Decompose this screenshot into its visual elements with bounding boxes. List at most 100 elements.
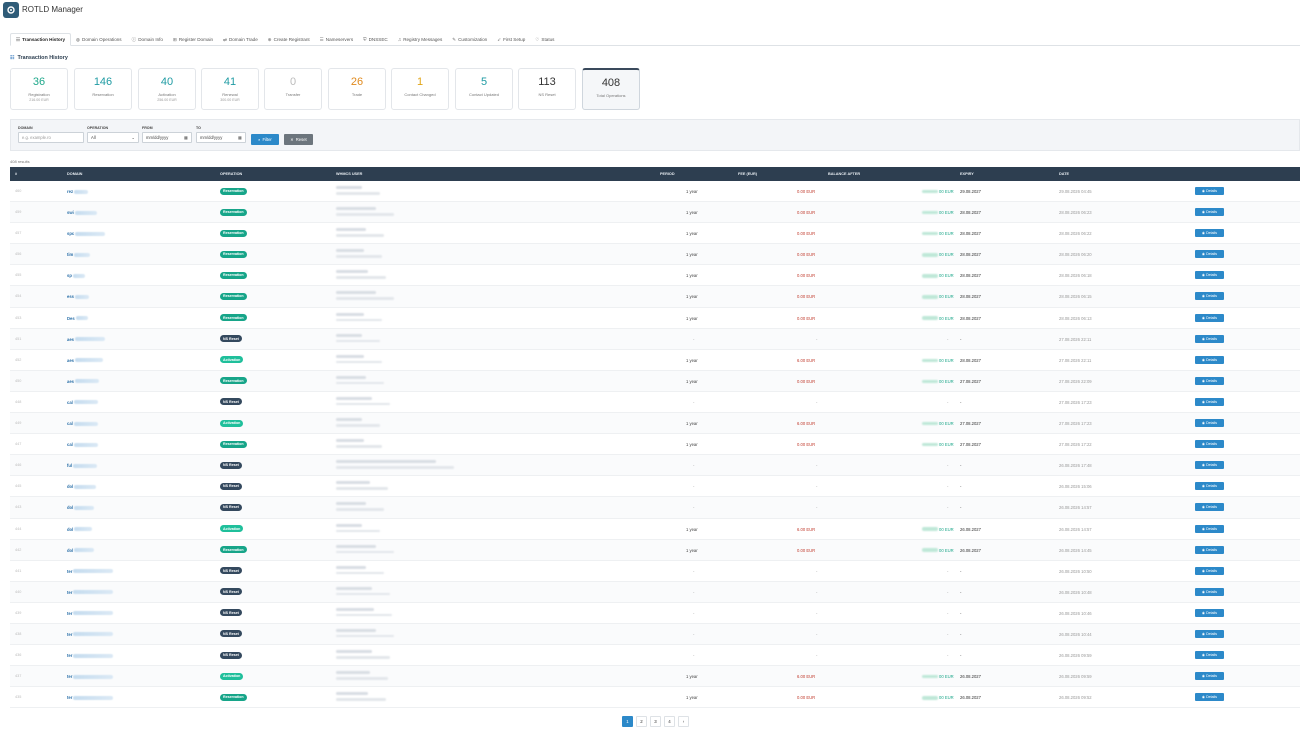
details-button[interactable]: ◉ Details bbox=[1195, 397, 1224, 406]
stat-card-contact-updated[interactable]: 5 Contact Updated bbox=[455, 68, 513, 110]
redacted-user-line bbox=[336, 186, 362, 189]
to-date-input[interactable]: mm/dd/yyyy ▦ bbox=[196, 132, 246, 143]
domain-link[interactable]: dol bbox=[67, 505, 95, 510]
details-button[interactable]: ◉ Details bbox=[1195, 545, 1224, 554]
domain-link[interactable]: aes bbox=[67, 358, 103, 363]
domain-link[interactable]: aes bbox=[67, 337, 105, 342]
balance-text: 00 EUR bbox=[939, 526, 954, 532]
details-button[interactable]: ◉ Details bbox=[1195, 419, 1224, 428]
details-button[interactable]: ◉ Details bbox=[1195, 524, 1224, 533]
domain-link[interactable]: ful bbox=[67, 463, 98, 468]
stat-card-contact-changed[interactable]: 1 Contact Changed bbox=[391, 68, 449, 110]
domain-link[interactable]: ess bbox=[67, 294, 89, 299]
redacted-user bbox=[336, 481, 388, 490]
details-button[interactable]: ◉ Details bbox=[1195, 229, 1224, 238]
tab-domain-info[interactable]: ⓘ Domain Info bbox=[127, 33, 168, 46]
table-row: 460 rez Reservation 1 year 0.00 EUR 00 EUR 29.… bbox=[10, 181, 1300, 203]
next-page-button[interactable]: › bbox=[678, 716, 689, 727]
domain-link[interactable]: swi bbox=[67, 210, 97, 215]
domain-link[interactable]: rez bbox=[67, 189, 89, 194]
page-button[interactable]: 3 bbox=[650, 716, 661, 727]
column-header: DOMAIN bbox=[67, 172, 83, 176]
details-button[interactable]: ◉ Details bbox=[1195, 482, 1224, 491]
tab-transaction-history[interactable]: ☷ Transaction History bbox=[10, 33, 72, 46]
tab-dnssec[interactable]: ⛨ DNSSEC bbox=[358, 33, 393, 46]
stat-card-reservation[interactable]: 146 Reservation bbox=[74, 68, 132, 110]
details-button[interactable]: ◉ Details bbox=[1195, 376, 1224, 385]
page-button[interactable]: 1 bbox=[622, 716, 633, 727]
tab-register-domain[interactable]: ⊞ Register Domain bbox=[168, 33, 218, 46]
table-row: 445 dol NS Reset - - - - 26.08.2026 15:06 ◉ Detai… bbox=[10, 476, 1300, 498]
stat-card-activation[interactable]: 40 Activation 256.00 EUR bbox=[138, 68, 196, 110]
domain-link[interactable]: aes bbox=[67, 379, 99, 384]
stat-card-trade[interactable]: 26 Trade bbox=[328, 68, 386, 110]
page-button[interactable]: 4 bbox=[664, 716, 675, 727]
filter-button[interactable]: ⌕ Filter bbox=[251, 134, 279, 145]
domain-link[interactable]: sp bbox=[67, 273, 85, 278]
details-button[interactable]: ◉ Details bbox=[1195, 503, 1224, 512]
stat-card-renewal[interactable]: 41 Renewal 300.00 EUR bbox=[201, 68, 259, 110]
page-button[interactable]: 2 bbox=[636, 716, 647, 727]
reset-button[interactable]: ✕ Reset bbox=[284, 134, 313, 145]
details-button[interactable]: ◉ Details bbox=[1195, 461, 1224, 470]
domain-link[interactable]: cal bbox=[67, 400, 98, 405]
brush-icon: ✎ bbox=[452, 36, 457, 42]
tab-nameservers[interactable]: ☰ Nameservers bbox=[315, 33, 358, 46]
stat-card-transfer[interactable]: 0 Transfer bbox=[264, 68, 322, 110]
eye-icon: ◉ bbox=[1201, 252, 1206, 257]
details-button[interactable]: ◉ Details bbox=[1195, 292, 1224, 301]
domain-link[interactable]: Des bbox=[67, 316, 88, 321]
tab-registry-messages[interactable]: ♫ Registry Messages bbox=[393, 33, 448, 46]
domain-link[interactable]: ter bbox=[67, 590, 114, 595]
from-date-input[interactable]: mm/dd/yyyy ▦ bbox=[142, 132, 192, 143]
domain-prefix: rez bbox=[67, 189, 74, 194]
domain-filter-input[interactable]: e.g. example.ro bbox=[18, 132, 84, 143]
tab-first-setup[interactable]: ➶ First Setup bbox=[492, 33, 530, 46]
domain-link[interactable]: ter bbox=[67, 632, 114, 637]
operation-badge: Reservation bbox=[220, 250, 247, 258]
domain-link[interactable]: ter bbox=[67, 695, 114, 700]
stat-card-total-operations[interactable]: 408 Total Operations bbox=[582, 68, 640, 110]
domain-link[interactable]: tim bbox=[67, 252, 91, 257]
tab-status[interactable]: ♡ Status bbox=[530, 33, 559, 46]
details-button[interactable]: ◉ Details bbox=[1195, 566, 1224, 575]
domain-link[interactable]: ter bbox=[67, 569, 114, 574]
table-icon: ☷ bbox=[16, 36, 21, 42]
details-button[interactable]: ◉ Details bbox=[1195, 651, 1224, 660]
domain-link[interactable]: cal bbox=[67, 442, 98, 447]
tab-domain-trade[interactable]: ⇄ Domain Trade bbox=[218, 33, 263, 46]
domain-link[interactable]: dol bbox=[67, 527, 93, 532]
details-button[interactable]: ◉ Details bbox=[1195, 693, 1224, 702]
stat-card-ns-reset[interactable]: 113 NS Reset bbox=[518, 68, 576, 110]
domain-link[interactable]: ter bbox=[67, 653, 114, 658]
details-button[interactable]: ◉ Details bbox=[1195, 587, 1224, 596]
balance-cell: - bbox=[947, 400, 948, 405]
fee-cell: 6.00 EUR bbox=[797, 421, 816, 427]
domain-link[interactable]: ter bbox=[67, 674, 114, 679]
domain-link[interactable]: ter bbox=[67, 611, 114, 616]
details-button[interactable]: ◉ Details bbox=[1195, 208, 1224, 217]
details-button[interactable]: ◉ Details bbox=[1195, 187, 1224, 195]
details-button[interactable]: ◉ Details bbox=[1195, 313, 1224, 322]
tab-customization[interactable]: ✎ Customization bbox=[447, 33, 492, 46]
details-button[interactable]: ◉ Details bbox=[1195, 355, 1224, 364]
details-button[interactable]: ◉ Details bbox=[1195, 629, 1224, 638]
details-button[interactable]: ◉ Details bbox=[1195, 672, 1224, 681]
domain-link[interactable]: cal bbox=[67, 421, 98, 426]
domain-link[interactable]: dol bbox=[67, 484, 97, 489]
redacted-user bbox=[336, 628, 394, 638]
operation-select[interactable]: All ⌄ bbox=[87, 132, 139, 143]
details-button[interactable]: ◉ Details bbox=[1195, 608, 1224, 617]
stat-card-registration[interactable]: 36 Registration 216.00 EUR bbox=[10, 68, 68, 110]
details-button[interactable]: ◉ Details bbox=[1195, 250, 1224, 259]
details-button[interactable]: ◉ Details bbox=[1195, 271, 1224, 280]
details-button[interactable]: ◉ Details bbox=[1195, 440, 1224, 449]
domain-link[interactable]: dol bbox=[67, 548, 95, 553]
tab-create-registrant[interactable]: ⊕ Create Registrant bbox=[263, 33, 315, 46]
column-header: DATE bbox=[1059, 172, 1070, 176]
details-button[interactable]: ◉ Details bbox=[1195, 334, 1224, 343]
tab-domain-operations[interactable]: ◍ Domain Operations bbox=[71, 33, 127, 46]
eye-icon: ◉ bbox=[1201, 421, 1206, 426]
redacted-domain bbox=[74, 484, 97, 489]
domain-link[interactable]: spc bbox=[67, 231, 106, 236]
